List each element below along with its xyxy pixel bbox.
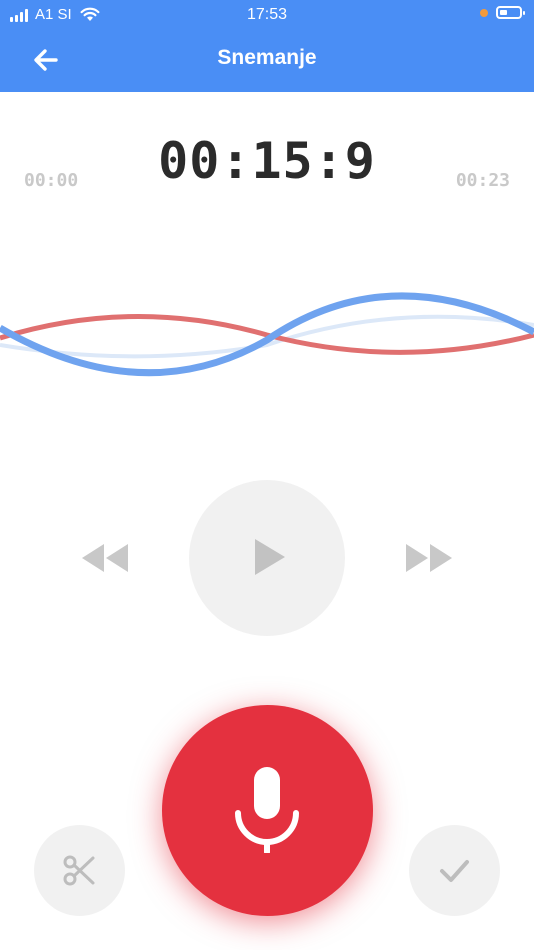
microphone-icon [235, 767, 299, 853]
fast-forward-icon [406, 544, 452, 572]
rewind-icon [82, 544, 128, 572]
start-time: 00:00 [24, 170, 79, 191]
waveform [0, 292, 534, 377]
confirm-button[interactable] [409, 825, 500, 916]
checkmark-icon [440, 860, 469, 882]
record-button[interactable] [162, 705, 373, 916]
status-time: 17:53 [246, 6, 288, 23]
app-header: A1 SI 17:53 Snemanje [0, 0, 534, 92]
recording-indicator-dot [480, 8, 488, 17]
play-icon [255, 539, 285, 575]
play-button[interactable] [189, 480, 345, 636]
fast-forward-button[interactable] [402, 538, 456, 578]
scissors-icon [63, 855, 95, 886]
battery-icon [496, 6, 525, 19]
current-time: 00:15:9 [158, 132, 376, 190]
trim-button[interactable] [34, 825, 125, 916]
rewind-button[interactable] [78, 538, 132, 578]
page-title: Snemanje [217, 46, 317, 69]
end-time: 00:23 [455, 170, 510, 191]
status-bar: A1 SI 17:53 [0, 0, 534, 30]
